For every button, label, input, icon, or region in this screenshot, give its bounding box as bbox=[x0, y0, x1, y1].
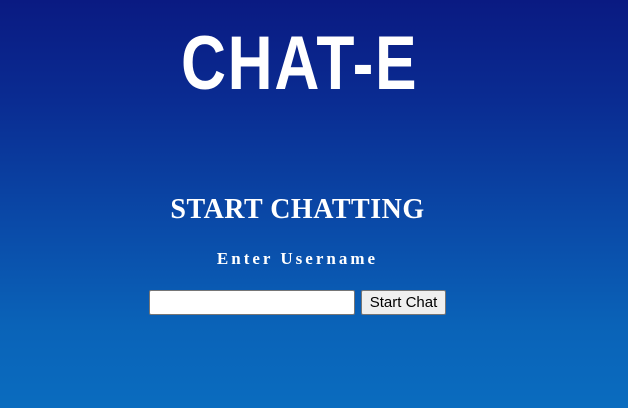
username-input[interactable] bbox=[148, 290, 355, 315]
username-form: Start Chat bbox=[0, 290, 595, 315]
app-logo: CHAT-E bbox=[170, 24, 430, 104]
start-chat-panel: START CHATTING Enter Username Start Chat bbox=[0, 192, 595, 315]
username-label: Enter Username bbox=[216, 249, 379, 268]
logo-text: CHAT-E bbox=[181, 21, 419, 106]
start-chat-button[interactable]: Start Chat bbox=[360, 290, 447, 315]
page-title: START CHATTING bbox=[170, 194, 425, 225]
